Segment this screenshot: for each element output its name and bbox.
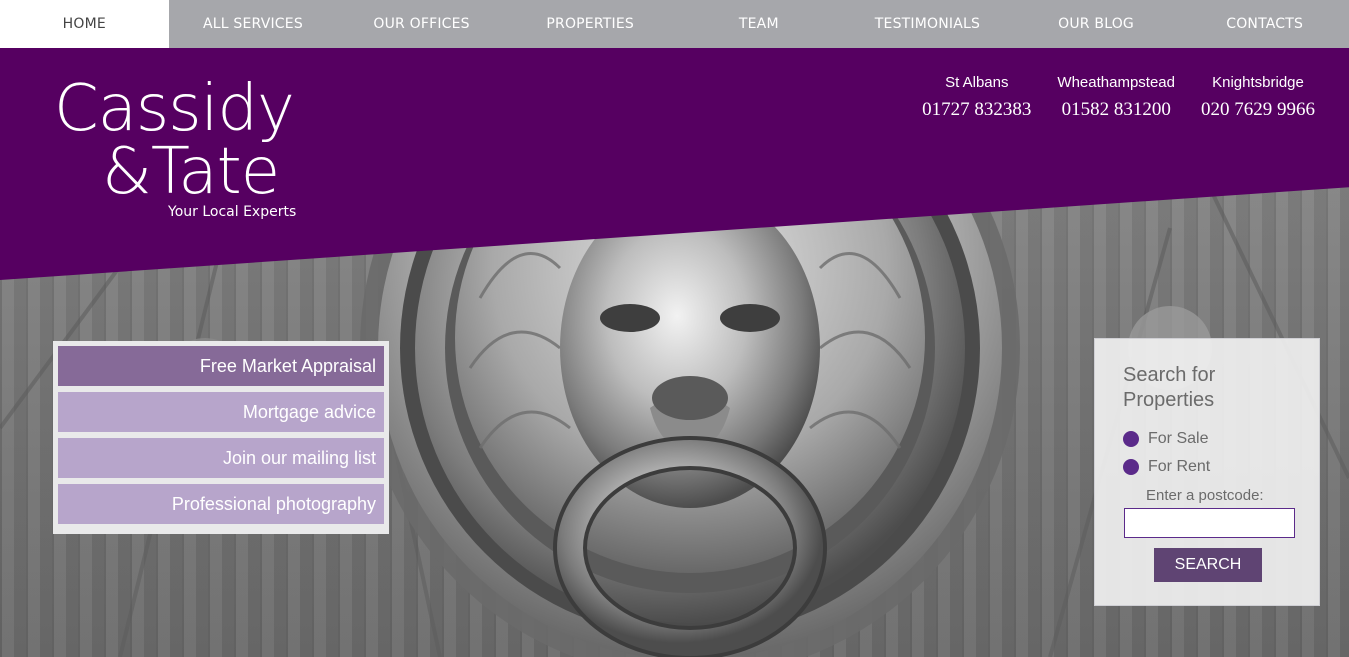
for-rent-label: For Rent <box>1148 458 1211 475</box>
nav-testimonials[interactable]: TESTIMONIALS <box>843 0 1012 48</box>
office-name: Knightsbridge <box>1212 74 1304 91</box>
office-knightsbridge: Knightsbridge 020 7629 9966 <box>1201 74 1315 121</box>
radio-dot-icon[interactable] <box>1123 431 1139 447</box>
nav-our-blog[interactable]: OUR BLOG <box>1012 0 1181 48</box>
top-nav: HOME ALL SERVICES OUR OFFICES PROPERTIES… <box>0 0 1349 48</box>
office-st-albans: St Albans 01727 832383 <box>922 74 1031 121</box>
search-title-line2: Properties <box>1123 389 1215 411</box>
for-sale-label: For Sale <box>1148 430 1209 447</box>
logo-text-line1: Cassidy <box>54 72 295 146</box>
free-market-appraisal-button[interactable]: Free Market Appraisal <box>58 346 384 386</box>
nav-home[interactable]: HOME <box>0 0 169 48</box>
logo-text-line2: &Tate <box>102 135 280 209</box>
office-wheathampstead: Wheathampstead 01582 831200 <box>1057 74 1175 121</box>
office-name: St Albans <box>945 74 1009 91</box>
postcode-label: Enter a postcode: <box>1146 487 1264 504</box>
brand-logo[interactable]: Cassidy &Tate Your Local Experts <box>54 76 296 220</box>
office-contacts: St Albans 01727 832383 Wheathampstead 01… <box>922 74 1315 121</box>
professional-photography-button[interactable]: Professional photography <box>58 484 384 524</box>
radio-dot-icon[interactable] <box>1123 459 1139 475</box>
search-title-line1: Search for <box>1123 364 1216 386</box>
search-title: Search for Properties <box>1123 363 1319 413</box>
office-phone[interactable]: 01727 832383 <box>922 99 1031 121</box>
nav-all-services[interactable]: ALL SERVICES <box>169 0 338 48</box>
mortgage-advice-button[interactable]: Mortgage advice <box>58 392 384 432</box>
nav-properties[interactable]: PROPERTIES <box>506 0 675 48</box>
office-name: Wheathampstead <box>1057 74 1175 91</box>
nav-our-offices[interactable]: OUR OFFICES <box>337 0 506 48</box>
for-sale-radio[interactable]: For Sale <box>1123 425 1319 453</box>
nav-contacts[interactable]: CONTACTS <box>1180 0 1349 48</box>
nav-team[interactable]: TEAM <box>675 0 844 48</box>
services-panel: Free Market Appraisal Mortgage advice Jo… <box>53 341 389 534</box>
postcode-input[interactable] <box>1124 508 1295 538</box>
office-phone[interactable]: 020 7629 9966 <box>1201 99 1315 121</box>
logo-tagline: Your Local Experts <box>168 204 297 220</box>
mailing-list-button[interactable]: Join our mailing list <box>58 438 384 478</box>
office-phone[interactable]: 01582 831200 <box>1057 99 1175 121</box>
for-rent-radio[interactable]: For Rent <box>1123 453 1319 481</box>
search-button[interactable]: SEARCH <box>1154 548 1262 582</box>
property-search-panel: Search for Properties For Sale For Rent … <box>1094 338 1320 606</box>
